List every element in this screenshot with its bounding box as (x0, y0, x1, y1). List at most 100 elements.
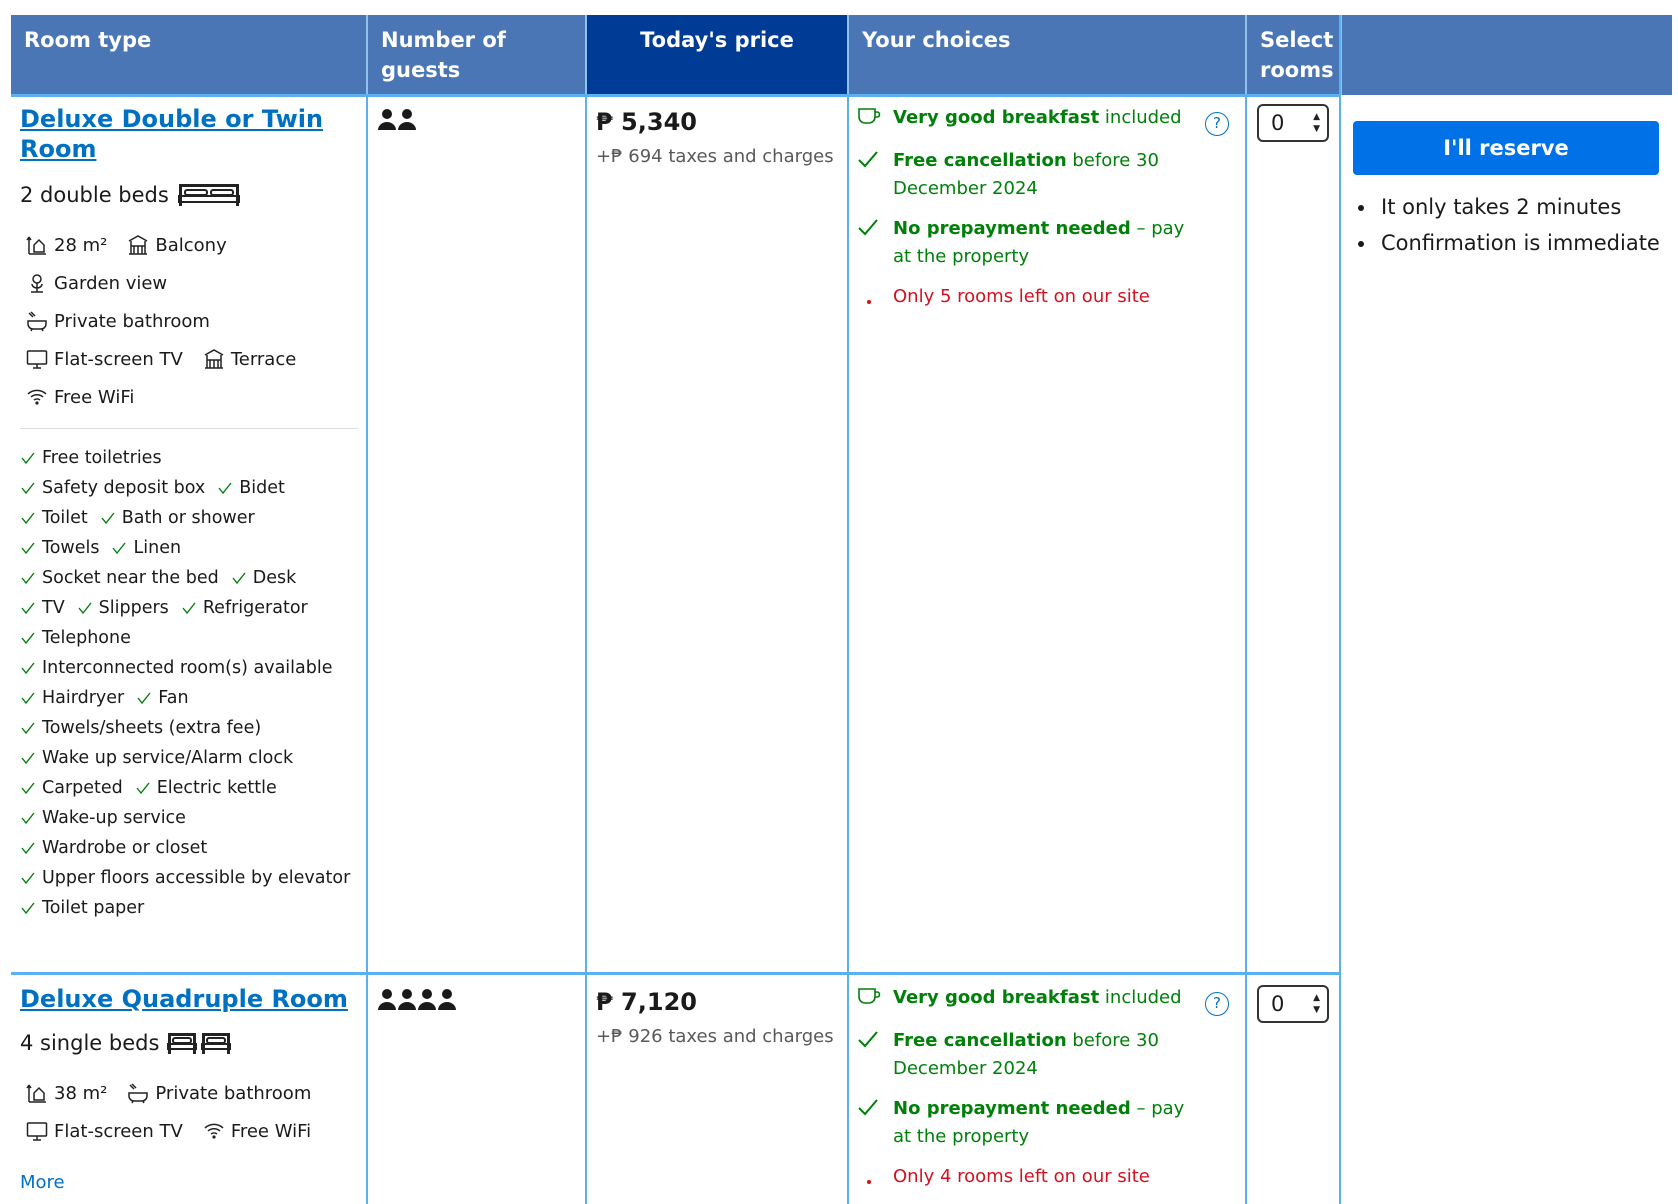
amenity-item: TV (20, 593, 65, 623)
garden-text: Garden view (54, 272, 168, 294)
price-value: ₱ 7,120 (596, 988, 697, 1016)
check-icon (137, 692, 151, 705)
reserve-button[interactable]: I'll reserve (1353, 121, 1659, 175)
room-select-1[interactable]: 0 ▲ ▼ (1257, 104, 1329, 142)
wifi-icon (27, 389, 47, 405)
help-icon[interactable]: ? (1205, 112, 1229, 136)
price-block: ₱ 5,340 +₱ 694 taxes and charges (596, 108, 834, 167)
guests-icon-group (378, 108, 418, 134)
rooms-left-text: Only 4 rooms left on our site (893, 1166, 1150, 1187)
amenity-item: Towels/sheets (extra fee) (20, 713, 261, 743)
room-info-1: Deluxe Double or Twin Room 2 double beds… (20, 104, 360, 923)
check-icon (21, 542, 35, 555)
row-divider (11, 972, 1341, 975)
col-divider (1339, 15, 1341, 1204)
row-top-border (11, 94, 1341, 97)
prepayment-text: No prepayment needed – pay at the proper… (893, 218, 1185, 267)
amenity-item: Fan (136, 683, 189, 713)
check-icon (78, 602, 92, 615)
header-choices: Your choices (849, 15, 1247, 95)
amenity-text: Safety deposit box (42, 478, 206, 498)
amenity-line: Towels/sheets (extra fee) (20, 713, 360, 743)
amenity-item: Carpeted (20, 773, 123, 803)
amenity-line: Towels Linen (20, 533, 360, 563)
help-icon[interactable]: ? (1205, 992, 1229, 1016)
bathroom-feature: Private bathroom (127, 1082, 311, 1104)
amenity-divider (20, 428, 358, 429)
amenity-item: Wardrobe or closet (20, 833, 207, 863)
select-value: 0 (1271, 111, 1285, 135)
check-icon (21, 722, 35, 735)
bed-info: 2 double beds (20, 182, 360, 208)
amenity-line: Socket near the bed Desk (20, 563, 360, 593)
tax-text: +₱ 926 taxes and charges (596, 1026, 834, 1047)
coffee-cup-icon (858, 108, 881, 124)
header-select-rooms: Select rooms (1247, 15, 1342, 95)
amenity-line: Hairdryer Fan (20, 683, 360, 713)
rooms-left-text: Only 5 rooms left on our site (893, 286, 1150, 307)
amenity-text: Towels (42, 538, 100, 558)
amenity-item: Bath or shower (100, 503, 255, 533)
amenity-text: Wake-up service (42, 808, 186, 828)
check-icon (112, 542, 127, 555)
choices-block: ? Very good breakfast included Free canc… (857, 104, 1241, 325)
reserve-block: I'll reserve It only takes 2 minutes Con… (1353, 121, 1660, 261)
check-icon (101, 512, 115, 525)
amenity-text: Electric kettle (156, 778, 277, 798)
reserve-bullets: It only takes 2 minutes Confirmation is … (1353, 189, 1660, 261)
balcony-icon (129, 235, 148, 255)
room-name-link[interactable]: Deluxe Double or Twin Room (20, 104, 360, 164)
price-value: ₱ 5,340 (596, 108, 697, 136)
select-arrows-icon: ▲ ▼ (1313, 993, 1320, 1015)
bed-text: 4 single beds (20, 1031, 160, 1055)
tv-icon (26, 1122, 48, 1141)
more-link[interactable]: More (20, 1172, 360, 1193)
col-divider (585, 95, 587, 1204)
bathroom-feature: Private bathroom (26, 310, 210, 332)
bathroom-text: Private bathroom (155, 1082, 312, 1104)
check-icon (136, 782, 150, 795)
amenity-text: Slippers (98, 598, 169, 618)
bathtub-icon (27, 311, 47, 332)
select-value: 0 (1271, 992, 1285, 1016)
col-divider (366, 95, 368, 1204)
bullet-dot-icon (867, 1180, 871, 1184)
check-icon (21, 452, 35, 465)
amenity-line: Toilet Bath or shower (20, 503, 360, 533)
amenity-item: Hairdryer (20, 683, 124, 713)
select-arrows-icon: ▲ ▼ (1313, 112, 1320, 134)
amenity-item: Bidet (217, 473, 285, 503)
choices-block: ? Very good breakfast included Free canc… (857, 984, 1241, 1204)
bullet-item: Confirmation is immediate (1377, 225, 1660, 261)
bullet-dot-icon (867, 300, 871, 304)
balcony-feature: Balcony (127, 234, 227, 256)
flower-icon (31, 274, 43, 293)
room-quantity-select[interactable]: 0 ▲ ▼ (1257, 985, 1329, 1023)
room-size: 38 m² (26, 1082, 107, 1104)
room-size-icon (26, 236, 46, 255)
room-size: 28 m² (26, 234, 107, 256)
room-name-link[interactable]: Deluxe Quadruple Room (20, 984, 360, 1014)
person-icon (378, 989, 456, 1010)
breakfast-text: Very good breakfast included (893, 107, 1182, 128)
amenity-line: Telephone (20, 623, 360, 653)
check-icon (21, 752, 35, 765)
price-block: ₱ 7,120 +₱ 926 taxes and charges (596, 988, 834, 1047)
amenity-item: Telephone (20, 623, 131, 653)
wifi-text: Free WiFi (230, 1120, 312, 1142)
amenity-text: Desk (252, 568, 297, 588)
person-icon (378, 109, 416, 130)
wifi-icon (204, 1123, 224, 1139)
checkmark-icon (858, 219, 878, 236)
amenity-list: Free toiletries Safety deposit box Bidet To… (20, 443, 360, 923)
check-icon (21, 812, 35, 825)
amenity-item: Socket near the bed (20, 563, 219, 593)
room-quantity-select[interactable]: 0 ▲ ▼ (1257, 104, 1329, 142)
amenity-item: Interconnected room(s) available (20, 653, 333, 683)
room-select-2[interactable]: 0 ▲ ▼ (1257, 985, 1329, 1023)
amenity-text: Fan (158, 688, 189, 708)
wifi-text: Free WiFi (54, 386, 135, 408)
check-icon (21, 782, 35, 795)
amenity-item: Linen (111, 533, 181, 563)
col-divider (847, 95, 849, 1204)
